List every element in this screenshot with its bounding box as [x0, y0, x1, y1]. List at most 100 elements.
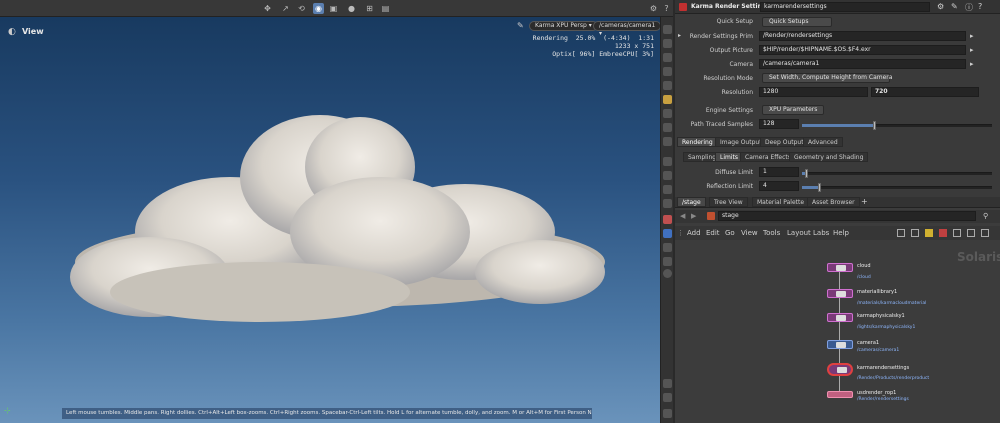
renderer-dropdown[interactable]: Karma XPU Persp ▾	[529, 21, 598, 31]
network-settings-icon[interactable]	[981, 229, 989, 237]
split-view-icon[interactable]	[663, 393, 672, 402]
pen-icon[interactable]: ✎	[951, 2, 958, 11]
quick-marks-icon[interactable]	[967, 229, 975, 237]
grid-view-icon[interactable]	[897, 229, 905, 237]
help-icon[interactable]: ?	[661, 3, 672, 14]
menu-layout[interactable]: Layout	[787, 229, 811, 237]
visibility-icon[interactable]	[663, 137, 672, 146]
resolution-y-field[interactable]: 720	[871, 87, 979, 97]
snap-icon[interactable]	[663, 67, 672, 76]
shape-palette-icon[interactable]	[953, 229, 961, 237]
gear-icon[interactable]: ⚙	[937, 2, 944, 11]
ghost-icon[interactable]	[663, 81, 672, 90]
node-body	[827, 289, 853, 298]
sphere-icon[interactable]	[663, 269, 672, 278]
path-field[interactable]: stage	[718, 211, 976, 221]
diffuse-limit-slider[interactable]	[802, 169, 992, 178]
camera-select-icon[interactable]: ▸	[970, 60, 974, 68]
path-traced-samples-field[interactable]: 128	[759, 119, 799, 129]
quad-view-icon[interactable]	[663, 409, 672, 418]
menu-view[interactable]: View	[741, 229, 758, 237]
select-tool-icon[interactable]: ✥	[262, 3, 273, 14]
slider-handle[interactable]	[818, 183, 821, 192]
light-bulb-icon[interactable]	[663, 95, 672, 104]
scene-viewport[interactable]: ◐ View ✎ Karma XPU Persp ▾ /cameras/came…	[0, 17, 660, 423]
add-tab-icon[interactable]: +	[861, 197, 868, 206]
instance-icon[interactable]	[663, 257, 672, 266]
tab-tree-view[interactable]: Tree View	[709, 197, 748, 207]
color-palette-icon[interactable]	[939, 229, 947, 237]
tab-material-palette[interactable]: Material Palette	[752, 197, 810, 207]
settings-gear-icon[interactable]: ⚙	[648, 3, 659, 14]
output-picture-field[interactable]: $HIP/render/$HIPNAME.$OS.$F4.exr	[759, 45, 966, 55]
tab-rendering[interactable]: Rendering	[677, 137, 718, 147]
menu-edit[interactable]: Edit	[706, 229, 720, 237]
menu-go[interactable]: Go	[725, 229, 735, 237]
node-path: /materials/karmacloudmaterial	[857, 301, 927, 306]
tab-advanced[interactable]: Advanced	[803, 137, 843, 147]
layout-icon[interactable]	[663, 379, 672, 388]
reflection-limit-field[interactable]: 4	[759, 181, 799, 191]
tab-stage[interactable]: /stage	[677, 197, 706, 207]
sticky-note-icon[interactable]	[925, 229, 933, 237]
tab-deep-output[interactable]: Deep Output	[760, 137, 809, 147]
brush-icon[interactable]: ✎	[517, 21, 524, 30]
node-name-field[interactable]: karmarendersettings	[760, 2, 930, 12]
info-icon[interactable]: ⓘ	[965, 2, 973, 13]
parameter-pane: Karma Render Settings karmarendersetting…	[675, 0, 1000, 197]
diffuse-limit-field[interactable]: 1	[759, 167, 799, 177]
background-icon[interactable]	[663, 215, 672, 224]
forward-arrow-icon[interactable]: ▶	[691, 212, 696, 220]
tab-asset-browser[interactable]: Asset Browser	[807, 197, 860, 207]
wireframe-icon[interactable]	[663, 171, 672, 180]
camera-field[interactable]: /cameras/camera1	[759, 59, 966, 69]
path-traced-samples-slider[interactable]	[802, 121, 992, 130]
node-name: karmaphysicalsky1	[857, 313, 905, 319]
node-path: /cameras/camera1	[857, 348, 900, 353]
view-tool-icon[interactable]: ◉	[313, 3, 324, 14]
tab-image-output[interactable]: Image Output	[715, 137, 767, 147]
tab-camera-effects[interactable]: Camera Effects	[740, 152, 796, 162]
smooth-icon[interactable]	[663, 185, 672, 194]
menu-tools[interactable]: Tools	[763, 229, 780, 237]
bounding-box-icon[interactable]	[663, 229, 672, 238]
back-arrow-icon[interactable]: ◀	[680, 212, 685, 220]
transform-tool-icon[interactable]: ↗	[280, 3, 291, 14]
quick-setup-dropdown[interactable]: Quick Setups	[762, 17, 832, 27]
grid-icon[interactable]	[663, 53, 672, 62]
camera-icon[interactable]	[663, 109, 672, 118]
resolution-mode-dropdown[interactable]: Set Width, Compute Height from Camera	[762, 73, 892, 83]
reflection-limit-slider[interactable]	[802, 183, 992, 192]
pin-icon[interactable]: ⚲	[983, 212, 988, 220]
lod-icon[interactable]	[663, 243, 672, 252]
texture-icon[interactable]	[663, 199, 672, 208]
pin-icon[interactable]	[663, 123, 672, 132]
rotate-tool-icon[interactable]: ⟲	[296, 3, 307, 14]
select-arrow-icon[interactable]: ▸	[970, 32, 974, 40]
menu-labs[interactable]: Labs	[813, 229, 829, 237]
menu-add[interactable]: Add	[687, 229, 701, 237]
camera-dropdown[interactable]: /cameras/camera1 ▾	[593, 21, 660, 37]
lights-icon[interactable]	[663, 39, 672, 48]
axis-gizmo-icon: ⊹	[4, 406, 11, 415]
help-icon[interactable]: ?	[978, 2, 982, 11]
tab-limits[interactable]: Limits	[715, 152, 743, 162]
slider-fill	[802, 124, 874, 127]
record-icon[interactable]: ●	[346, 3, 357, 14]
render-settings-prim-field[interactable]: /Render/rendersettings	[759, 31, 966, 41]
menu-help[interactable]: Help	[833, 229, 849, 237]
display-options-icon[interactable]: ▤	[380, 3, 391, 14]
file-browse-icon[interactable]: ▸	[970, 46, 974, 54]
shading-icon[interactable]	[663, 157, 672, 166]
list-view-icon[interactable]	[911, 229, 919, 237]
network-pane[interactable]: /stage Tree View Material Palette Asset …	[675, 197, 1000, 423]
resolution-x-field[interactable]: 1280	[759, 87, 868, 97]
engine-dropdown[interactable]: XPU Parameters	[762, 105, 824, 115]
render-region-icon[interactable]: ▣	[328, 3, 339, 14]
slider-handle[interactable]	[873, 121, 876, 130]
tab-geometry-shading[interactable]: Geometry and Shading	[789, 152, 869, 162]
display-toggle-icon[interactable]	[663, 25, 672, 34]
snapshot-icon[interactable]: ⊞	[364, 3, 375, 14]
slider-handle[interactable]	[805, 169, 808, 178]
node-path: /cloud	[857, 275, 871, 280]
